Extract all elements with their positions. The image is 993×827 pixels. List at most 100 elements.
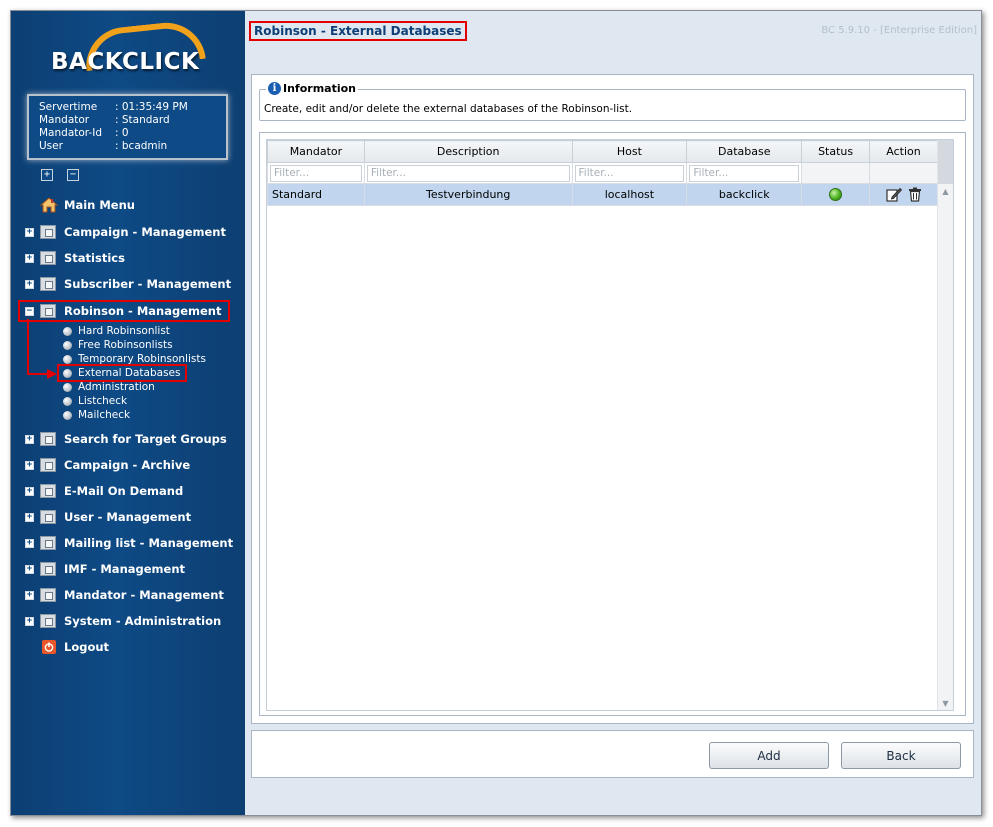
nav-imf-management[interactable]: + IMF - Management <box>25 562 185 576</box>
module-icon <box>40 536 56 550</box>
cell-host: localhost <box>571 183 688 206</box>
expand-icon: + <box>25 226 34 237</box>
header-row: Mandator Description Host Database Statu… <box>267 140 938 163</box>
edit-icon[interactable] <box>885 187 902 202</box>
home-icon <box>40 197 58 213</box>
nav-sub-temporary-robinsonlists[interactable]: Temporary Robinsonlists <box>63 353 206 365</box>
expand-icon: + <box>25 615 34 626</box>
tree-toggles: + − <box>41 169 79 181</box>
expand-icon: + <box>25 485 34 496</box>
column-header-mandator[interactable]: Mandator <box>267 140 365 163</box>
nav-system-administration[interactable]: + System - Administration <box>25 614 221 628</box>
sidebar: BACKCLICK Servertime: 01:35:49 PM Mandat… <box>11 11 245 815</box>
nav-main-menu[interactable]: Main Menu <box>40 197 135 213</box>
filter-description-input[interactable]: Filter... <box>366 164 570 182</box>
info-row-mandator: Mandator: Standard <box>39 114 170 126</box>
nav-mailing-list-management[interactable]: + Mailing list - Management <box>25 536 233 550</box>
nav-subscriber-management[interactable]: + Subscriber - Management <box>25 277 231 291</box>
filter-cell: Filter... <box>267 162 365 184</box>
filter-cell-empty <box>801 162 871 184</box>
information-legend: i Information <box>266 82 358 95</box>
scrollbar-header-spacer <box>938 140 953 184</box>
filter-host-input[interactable]: Filter... <box>574 164 685 182</box>
version-label: BC 5.9.10 - [Enterprise Edition] <box>821 25 977 36</box>
nav-label: Campaign - Archive <box>64 458 191 472</box>
vertical-scrollbar[interactable]: ▲ ▼ <box>937 140 953 710</box>
nav-label: Logout <box>64 640 110 654</box>
nav-email-on-demand[interactable]: + E-Mail On Demand <box>25 484 183 498</box>
nav-label: Campaign - Management <box>64 225 226 239</box>
expand-icon: + <box>25 433 34 444</box>
nav-robinson-management[interactable]: − Robinson - Management <box>17 300 231 322</box>
nav-sub-listcheck[interactable]: Listcheck <box>63 395 127 407</box>
status-active-icon <box>829 188 843 202</box>
nav-label: IMF - Management <box>64 562 186 576</box>
server-info-box: Servertime: 01:35:49 PM Mandator: Standa… <box>27 94 228 160</box>
nav-label: Mailing list - Management <box>64 536 234 550</box>
bullet-icon <box>63 410 72 420</box>
information-text: Create, edit and/or delete the external … <box>264 103 633 115</box>
nav-search-target-groups[interactable]: + Search for Target Groups <box>25 432 227 446</box>
nav-label: E-Mail On Demand <box>64 484 184 498</box>
nav-sub-free-robinsonlists[interactable]: Free Robinsonlists <box>63 339 173 351</box>
nav-statistics[interactable]: + Statistics <box>25 251 125 265</box>
nav-label: Main Menu <box>64 198 135 212</box>
cell-status <box>801 183 871 206</box>
nav-logout[interactable]: Logout <box>42 640 109 654</box>
filter-cell: Filter... <box>363 162 573 184</box>
module-icon <box>40 588 56 602</box>
module-icon <box>40 251 56 265</box>
info-row-user: User: bcadmin <box>39 140 168 152</box>
expand-all-button[interactable]: + <box>41 169 53 181</box>
nav-sub-mailcheck[interactable]: Mailcheck <box>63 409 130 421</box>
bullet-icon <box>63 354 72 364</box>
bullet-icon <box>63 326 72 336</box>
cell-database: backclick <box>686 183 803 206</box>
filter-database-input[interactable]: Filter... <box>689 164 800 182</box>
nav-sub-hard-robinsonlist[interactable]: Hard Robinsonlist <box>63 325 170 337</box>
external-db-grid: Mandator Description Host Database Statu… <box>266 139 954 711</box>
module-icon <box>40 304 56 318</box>
nav-label: Search for Target Groups <box>64 432 227 446</box>
filter-mandator-input[interactable]: Filter... <box>270 164 362 182</box>
nav-campaign-archive[interactable]: + Campaign - Archive <box>25 458 190 472</box>
filter-cell: Filter... <box>571 162 688 184</box>
nav-label: User - Management <box>64 510 192 524</box>
expand-icon: + <box>25 537 34 548</box>
info-icon: i <box>268 82 281 95</box>
column-header-host[interactable]: Host <box>571 140 688 163</box>
collapse-all-button[interactable]: − <box>67 169 79 181</box>
nav-campaign-management[interactable]: + Campaign - Management <box>25 225 226 239</box>
information-fieldset: i Information Create, edit and/or delete… <box>259 82 966 121</box>
column-header-description[interactable]: Description <box>363 140 573 163</box>
nav-sub-administration[interactable]: Administration <box>63 381 155 393</box>
back-button[interactable]: Back <box>841 742 961 769</box>
nav-label: Mandator - Management <box>64 588 224 602</box>
content-panel: i Information Create, edit and/or delete… <box>251 74 974 724</box>
external-db-table: Mandator Description Host Database Statu… <box>267 140 938 206</box>
trash-icon[interactable] <box>908 187 922 202</box>
module-icon <box>40 510 56 524</box>
nav-mandator-management[interactable]: + Mandator - Management <box>25 588 224 602</box>
nav-user-management[interactable]: + User - Management <box>25 510 191 524</box>
table-row[interactable]: Standard Testverbindung localhost backcl… <box>267 183 938 206</box>
bullet-icon <box>63 382 72 392</box>
scroll-down-icon[interactable]: ▼ <box>938 699 953 708</box>
add-button[interactable]: Add <box>709 742 829 769</box>
app-window: BACKCLICK Servertime: 01:35:49 PM Mandat… <box>10 10 982 816</box>
bullet-icon <box>63 340 72 350</box>
column-header-action: Action <box>869 140 938 163</box>
button-bar: Add Back <box>251 730 974 778</box>
expand-icon: + <box>25 511 34 522</box>
expand-icon: + <box>25 589 34 600</box>
column-header-database[interactable]: Database <box>686 140 803 163</box>
nav-sub-external-databases[interactable]: External Databases <box>56 364 188 382</box>
column-header-status[interactable]: Status <box>801 140 871 163</box>
expand-icon: + <box>25 459 34 470</box>
page-title: Robinson - External Databases <box>249 21 467 41</box>
logo-text: BACKCLICK <box>51 49 200 75</box>
scroll-up-icon[interactable]: ▲ <box>938 187 953 196</box>
backclick-logo: BACKCLICK <box>29 18 229 95</box>
grid-container: Mandator Description Host Database Statu… <box>259 132 966 716</box>
bullet-icon <box>63 368 72 378</box>
